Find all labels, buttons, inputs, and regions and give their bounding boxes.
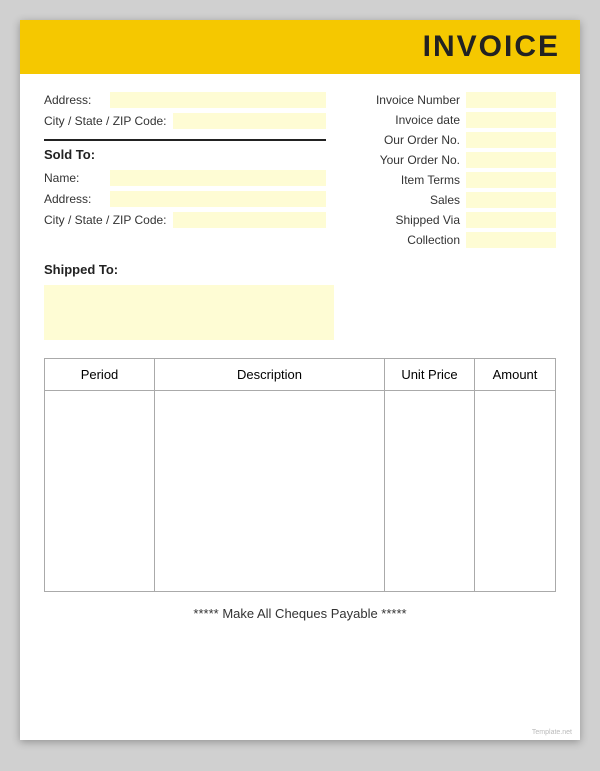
- label-collection: Collection: [407, 233, 460, 247]
- city-label: City / State / ZIP Code:: [44, 114, 167, 128]
- right-field-row-invoice_date: Invoice date: [346, 112, 556, 128]
- city-input[interactable]: [173, 113, 327, 129]
- unit-price-cell[interactable]: [385, 391, 475, 591]
- name-label: Name:: [44, 171, 104, 185]
- address2-input[interactable]: [110, 191, 326, 207]
- input-item_terms[interactable]: [466, 172, 556, 188]
- label-invoice_number: Invoice Number: [376, 93, 460, 107]
- right-field-row-shipped_via: Shipped Via: [346, 212, 556, 228]
- address-input[interactable]: [110, 92, 326, 108]
- right-field-row-our_order_no: Our Order No.: [346, 132, 556, 148]
- header-bar: INVOICE: [20, 20, 580, 74]
- right-field-row-invoice_number: Invoice Number: [346, 92, 556, 108]
- address-label: Address:: [44, 93, 104, 107]
- invoice-title: INVOICE: [40, 30, 560, 64]
- name-input[interactable]: [110, 170, 326, 186]
- address2-row: Address:: [44, 191, 326, 207]
- input-our_order_no[interactable]: [466, 132, 556, 148]
- table-body: [45, 391, 555, 591]
- col-amount-header: Amount: [475, 359, 555, 390]
- shipped-to-label: Shipped To:: [44, 262, 556, 277]
- input-invoice_number[interactable]: [466, 92, 556, 108]
- sold-to-label: Sold To:: [44, 147, 326, 162]
- input-invoice_date[interactable]: [466, 112, 556, 128]
- label-sales: Sales: [430, 193, 460, 207]
- shipped-to-section: Shipped To:: [44, 262, 556, 340]
- address-row: Address:: [44, 92, 326, 108]
- input-sales[interactable]: [466, 192, 556, 208]
- period-cell[interactable]: [45, 391, 155, 591]
- label-our_order_no: Our Order No.: [384, 133, 460, 147]
- description-cell[interactable]: [155, 391, 385, 591]
- invoice-page: INVOICE Address: City / State / ZIP Code…: [20, 20, 580, 740]
- footer-text: ***** Make All Cheques Payable *****: [44, 606, 556, 621]
- invoice-table: Period Description Unit Price Amount: [44, 358, 556, 592]
- col-desc-header: Description: [155, 359, 385, 390]
- amount-cell[interactable]: [475, 391, 555, 591]
- city2-input[interactable]: [173, 212, 327, 228]
- right-fields: Invoice Number Invoice date Our Order No. Y…: [346, 92, 556, 248]
- label-your_order_no: Your Order No.: [380, 153, 460, 167]
- input-collection[interactable]: [466, 232, 556, 248]
- city2-label: City / State / ZIP Code:: [44, 213, 167, 227]
- shipped-to-input[interactable]: [44, 285, 334, 340]
- col-period-header: Period: [45, 359, 155, 390]
- right-column: Invoice Number Invoice date Our Order No. Y…: [346, 92, 556, 252]
- content-area: Address: City / State / ZIP Code: Sold T…: [20, 74, 580, 649]
- name-row: Name:: [44, 170, 326, 186]
- label-item_terms: Item Terms: [401, 173, 460, 187]
- right-field-row-your_order_no: Your Order No.: [346, 152, 556, 168]
- right-field-row-collection: Collection: [346, 232, 556, 248]
- top-section: Address: City / State / ZIP Code: Sold T…: [44, 92, 556, 252]
- input-your_order_no[interactable]: [466, 152, 556, 168]
- city-row: City / State / ZIP Code:: [44, 113, 326, 129]
- right-field-row-item_terms: Item Terms: [346, 172, 556, 188]
- table-header: Period Description Unit Price Amount: [45, 359, 555, 391]
- watermark: Template.net: [532, 729, 572, 736]
- label-shipped_via: Shipped Via: [396, 213, 461, 227]
- input-shipped_via[interactable]: [466, 212, 556, 228]
- label-invoice_date: Invoice date: [395, 113, 460, 127]
- col-unit-header: Unit Price: [385, 359, 475, 390]
- city2-row: City / State / ZIP Code:: [44, 212, 326, 228]
- left-column: Address: City / State / ZIP Code: Sold T…: [44, 92, 326, 252]
- address2-label: Address:: [44, 192, 104, 206]
- divider: [44, 139, 326, 141]
- right-field-row-sales: Sales: [346, 192, 556, 208]
